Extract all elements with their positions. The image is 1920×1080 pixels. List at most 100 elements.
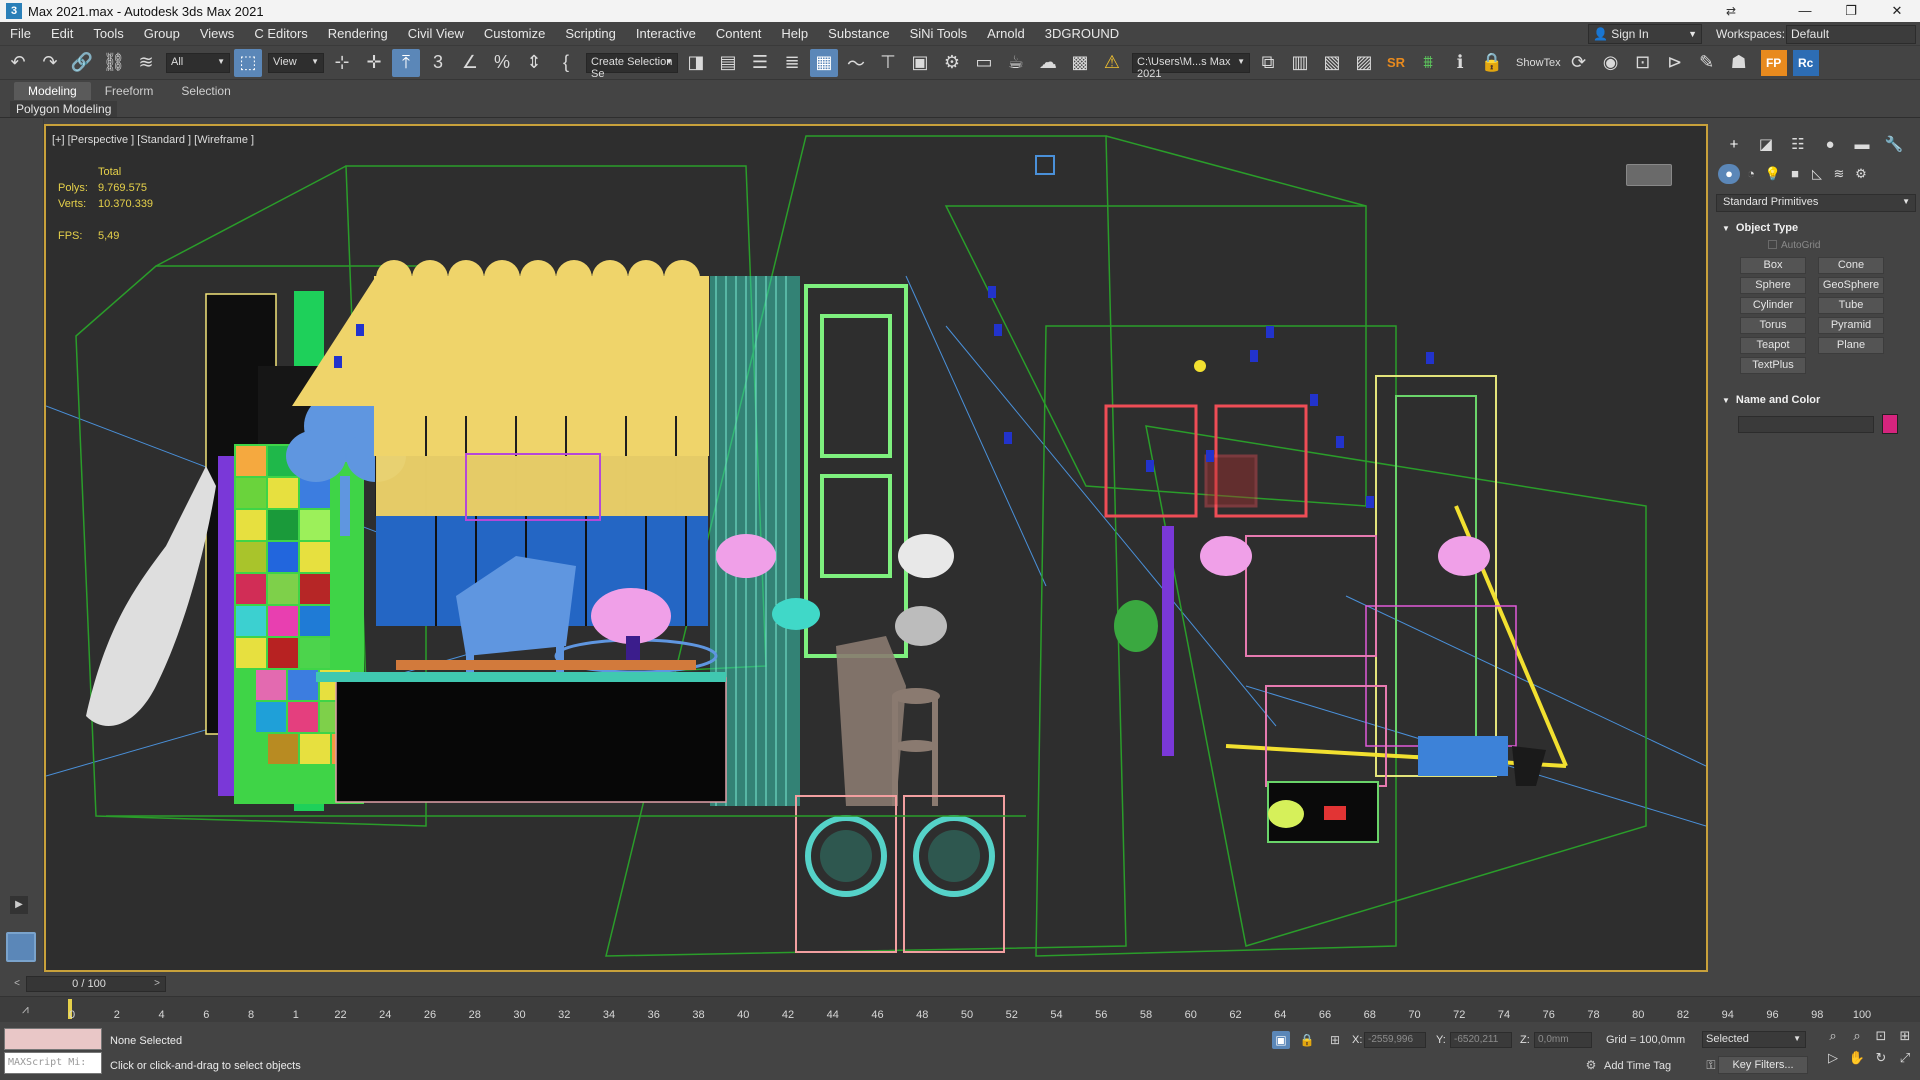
spinner-snap-icon[interactable]: ⇕: [520, 49, 548, 77]
trackbar[interactable]: ⩘ 0 2 4 6 8 1 22 24 26 28 30 32 34 36 38 40 42 44 46 48 50 52…: [0, 996, 1920, 1022]
link-icon[interactable]: 🔗: [68, 49, 96, 77]
cylinder-button[interactable]: Cylinder: [1740, 297, 1806, 314]
sign-in-status-icon[interactable]: ⇄: [1726, 4, 1736, 18]
warning-icon[interactable]: ⚠: [1098, 49, 1126, 77]
utilities-tab-icon[interactable]: 🔧: [1878, 134, 1910, 156]
display-tab-icon[interactable]: ▬: [1846, 134, 1878, 156]
zoom-icon[interactable]: ⌕: [1822, 1028, 1844, 1044]
viewport-label[interactable]: [+] [Perspective ] [Standard ] [Wirefram…: [52, 134, 254, 146]
sr-plugin-icon[interactable]: SR: [1382, 49, 1410, 77]
render-setup-icon[interactable]: ⚙: [938, 49, 966, 77]
geometry-icon[interactable]: ●: [1718, 164, 1740, 184]
percent-snap-icon[interactable]: %: [488, 49, 516, 77]
mirror-icon[interactable]: ◨: [682, 49, 710, 77]
menu-civil-view[interactable]: Civil View: [398, 26, 474, 41]
zoom-all-icon[interactable]: ⌕: [1846, 1028, 1868, 1044]
z-coordinate-field[interactable]: 0,0mm: [1534, 1032, 1592, 1048]
menu-rendering[interactable]: Rendering: [318, 26, 398, 41]
menu-substance[interactable]: Substance: [818, 26, 899, 41]
redo-icon[interactable]: ↷: [36, 49, 64, 77]
maxscript-mini-listener[interactable]: MAXScript Mi:: [4, 1052, 102, 1074]
undo-icon[interactable]: ↶: [4, 49, 32, 77]
globe-icon[interactable]: ◉: [1597, 49, 1625, 77]
showtex-button[interactable]: ShowTex: [1516, 57, 1561, 69]
angle-snap-icon[interactable]: ∠: [456, 49, 484, 77]
menu-customize[interactable]: Customize: [474, 26, 555, 41]
menu-arnold[interactable]: Arnold: [977, 26, 1035, 41]
autogrid-checkbox[interactable]: AutoGrid: [1768, 240, 1820, 251]
forest-pack-icon[interactable]: ⩩: [1414, 49, 1442, 77]
viewport-layout-icon[interactable]: [6, 932, 36, 962]
helpers-icon[interactable]: ◺: [1806, 164, 1828, 184]
edit-named-selection-icon[interactable]: {: [552, 49, 580, 77]
select-object-icon[interactable]: ⬚: [234, 48, 262, 77]
sini-icon[interactable]: ℹ: [1446, 49, 1474, 77]
frame-icon[interactable]: ⊡: [1629, 49, 1657, 77]
asset-tracking-icon[interactable]: ▨: [1350, 49, 1378, 77]
render-in-cloud-icon[interactable]: ☁: [1034, 49, 1062, 77]
render-production-icon[interactable]: ☕: [1002, 49, 1030, 77]
tab-freeform[interactable]: Freeform: [91, 82, 168, 100]
field-of-view-icon[interactable]: ▷: [1822, 1050, 1844, 1066]
geosphere-button[interactable]: GeoSphere: [1818, 277, 1884, 294]
pyramid-button[interactable]: Pyramid: [1818, 317, 1884, 334]
selection-lock-icon[interactable]: 🔒: [1298, 1031, 1316, 1049]
menu-interactive[interactable]: Interactive: [626, 26, 706, 41]
cone-button[interactable]: Cone: [1818, 257, 1884, 274]
rendered-frame-window-icon[interactable]: ▭: [970, 49, 998, 77]
space-warps-icon[interactable]: ≋: [1828, 164, 1850, 184]
refresh-icon[interactable]: ⟳: [1565, 49, 1593, 77]
named-selection-dropdown[interactable]: Create Selection Se ▼: [586, 52, 678, 80]
layer-icon[interactable]: ▥: [1286, 49, 1314, 77]
maximize-viewport-icon[interactable]: ⤢: [1894, 1050, 1916, 1066]
orbit-icon[interactable]: ↻: [1870, 1050, 1892, 1066]
align-icon[interactable]: ▤: [714, 49, 742, 77]
render-grid-icon[interactable]: ▩: [1066, 49, 1094, 77]
zoom-extents-all-icon[interactable]: ⊞: [1894, 1028, 1916, 1044]
select-manipulate-icon[interactable]: ⤒: [392, 48, 420, 77]
object-type-rollout[interactable]: ▼ Object Type: [1716, 220, 1916, 238]
camera-match-icon[interactable]: ⊳: [1661, 49, 1689, 77]
mini-curve-editor-icon[interactable]: ⩘: [22, 1002, 29, 1017]
selection-filter-dropdown[interactable]: All ▼: [166, 52, 230, 73]
teapot-button[interactable]: Teapot: [1740, 337, 1806, 354]
modify-tab-icon[interactable]: ◪: [1750, 134, 1782, 156]
railclone-button[interactable]: Rc: [1792, 49, 1819, 76]
teapot-icon[interactable]: ☗: [1725, 49, 1753, 77]
lights-icon[interactable]: 💡: [1762, 164, 1784, 184]
menu-c-editors[interactable]: C Editors: [244, 26, 317, 41]
unlink-icon[interactable]: ⛓: [100, 49, 128, 77]
menu-views[interactable]: Views: [190, 26, 244, 41]
cameras-icon[interactable]: ■: [1784, 164, 1806, 184]
hierarchy-tab-icon[interactable]: ☷: [1782, 134, 1814, 156]
shapes-icon[interactable]: ◔: [1740, 164, 1762, 184]
curve-editor-icon[interactable]: 〜: [842, 49, 870, 77]
x-coordinate-field[interactable]: -2559,996: [1364, 1032, 1426, 1048]
tab-modeling[interactable]: Modeling: [14, 82, 91, 100]
menu-scripting[interactable]: Scripting: [555, 26, 626, 41]
play-icon[interactable]: ▶: [10, 896, 28, 914]
isolate-selection-icon[interactable]: ▣: [1272, 1031, 1290, 1049]
torus-button[interactable]: Torus: [1740, 317, 1806, 334]
menu-sini-tools[interactable]: SiNi Tools: [900, 26, 978, 41]
plane-button[interactable]: Plane: [1818, 337, 1884, 354]
menu-edit[interactable]: Edit: [41, 26, 83, 41]
primitive-category-dropdown[interactable]: Standard Primitives ▼: [1716, 194, 1916, 212]
paint-icon[interactable]: ✎: [1693, 49, 1721, 77]
maxscript-listener-output[interactable]: [4, 1028, 102, 1050]
bind-space-warp-icon[interactable]: ≋: [132, 49, 160, 77]
menu-group[interactable]: Group: [134, 26, 190, 41]
move-icon[interactable]: ✛: [360, 49, 388, 77]
frame-display[interactable]: 0 / 100: [44, 976, 134, 992]
zoom-extents-icon[interactable]: ⊡: [1870, 1028, 1892, 1044]
textplus-button[interactable]: TextPlus: [1740, 357, 1806, 374]
key-filters-button[interactable]: Key Filters...: [1718, 1056, 1808, 1074]
container-icon[interactable]: ⧉: [1254, 49, 1282, 77]
menu-content[interactable]: Content: [706, 26, 772, 41]
sign-in-dropdown[interactable]: 👤 Sign In ▼: [1588, 24, 1702, 44]
systems-icon[interactable]: ⚙: [1850, 164, 1872, 184]
menu-3dground[interactable]: 3DGROUND: [1035, 26, 1129, 41]
menu-file[interactable]: File: [0, 26, 41, 41]
forest-pack-button[interactable]: FP: [1760, 49, 1787, 76]
create-tab-icon[interactable]: +: [1718, 134, 1750, 156]
